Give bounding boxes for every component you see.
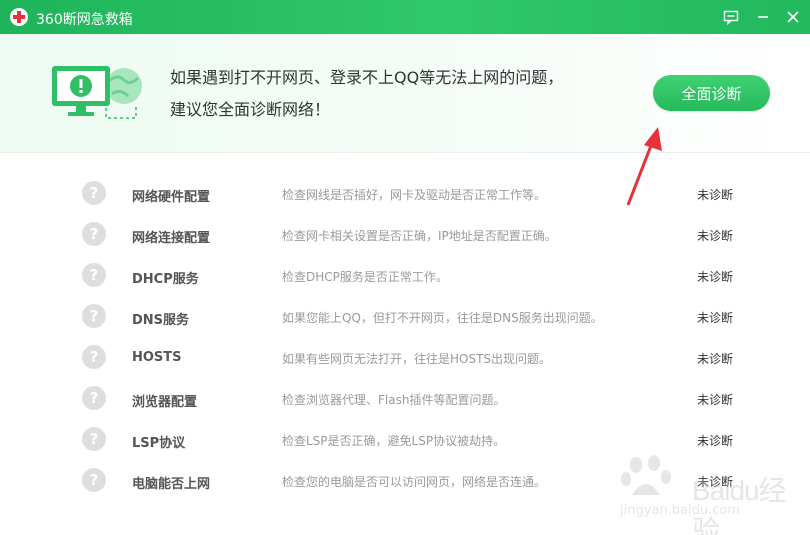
question-mark-icon: ? xyxy=(82,263,106,287)
window-title: 360断网急救箱 xyxy=(36,12,133,28)
item-name: DNS服务 xyxy=(132,313,190,328)
header-message-line2: 建议您全面诊断网络！ xyxy=(170,100,331,119)
item-description: 检查您的电脑是否可以访问网页，网络是否连通。 xyxy=(282,475,547,489)
item-description: 如果有些网页无法打开，往往是HOSTS出现问题。 xyxy=(282,352,552,366)
item-status: 未诊断 xyxy=(697,311,734,325)
list-item: ? LSP协议 检查LSP是否正确，避免LSP协议被劫持。 未诊断 xyxy=(0,419,810,460)
item-name: HOSTS xyxy=(132,350,182,365)
item-status: 未诊断 xyxy=(697,270,734,284)
baidu-watermark: Baidu经验 jingyan.baidu.com xyxy=(620,455,805,535)
item-name: DHCP服务 xyxy=(132,272,199,287)
item-description: 检查浏览器代理、Flash插件等配置问题。 xyxy=(282,393,506,407)
question-mark-icon: ? xyxy=(82,386,106,410)
question-mark-icon: ? xyxy=(82,222,106,246)
item-description: 检查网线是否插好，网卡及驱动是否正常工作等。 xyxy=(282,188,547,202)
header-message-line1: 如果遇到打不开网页、登录不上QQ等无法上网的问题， xyxy=(170,68,564,87)
minimize-icon[interactable] xyxy=(752,6,774,28)
header-banner: 如果遇到打不开网页、登录不上QQ等无法上网的问题， 建议您全面诊断网络！ 全面诊… xyxy=(0,34,810,153)
item-status: 未诊断 xyxy=(697,393,734,407)
item-name: 网络连接配置 xyxy=(132,231,211,246)
item-status: 未诊断 xyxy=(697,434,734,448)
item-name: LSP协议 xyxy=(132,436,186,451)
item-status: 未诊断 xyxy=(697,188,734,202)
item-name: 网络硬件配置 xyxy=(132,190,211,205)
question-mark-icon: ? xyxy=(82,181,106,205)
watermark-url: jingyan.baidu.com xyxy=(620,503,740,518)
item-description: 检查DHCP服务是否正常工作。 xyxy=(282,270,448,284)
list-item: ? DHCP服务 检查DHCP服务是否正常工作。 未诊断 xyxy=(0,255,810,296)
close-icon[interactable] xyxy=(782,6,804,28)
item-description: 检查LSP是否正确，避免LSP协议被劫持。 xyxy=(282,434,506,448)
item-status: 未诊断 xyxy=(697,352,734,366)
item-status: 未诊断 xyxy=(697,229,734,243)
item-name: 电脑能否上网 xyxy=(132,477,211,492)
item-description: 检查网卡相关设置是否正确，IP地址是否配置正确。 xyxy=(282,229,557,243)
question-mark-icon: ? xyxy=(82,468,106,492)
list-item: ? 网络硬件配置 检查网线是否插好，网卡及驱动是否正常工作等。 未诊断 xyxy=(0,173,810,214)
question-mark-icon: ? xyxy=(82,304,106,328)
watermark-text: Baidu经验 xyxy=(692,475,787,535)
list-item: ? HOSTS 如果有些网页无法打开，往往是HOSTS出现问题。 未诊断 xyxy=(0,337,810,378)
list-item: ? DNS服务 如果您能上QQ，但打不开网页，往往是DNS服务出现问题。 未诊断 xyxy=(0,296,810,337)
list-item: ? 网络连接配置 检查网卡相关设置是否正确，IP地址是否配置正确。 未诊断 xyxy=(0,214,810,255)
paw-icon xyxy=(621,455,671,495)
question-mark-icon: ? xyxy=(82,345,106,369)
monitor-globe-icon xyxy=(48,56,148,126)
item-description: 如果您能上QQ，但打不开网页，往往是DNS服务出现问题。 xyxy=(282,311,603,325)
red-cross-icon xyxy=(10,8,28,26)
feedback-icon[interactable] xyxy=(720,6,742,28)
list-item: ? 浏览器配置 检查浏览器代理、Flash插件等配置问题。 未诊断 xyxy=(0,378,810,419)
full-diagnose-button[interactable]: 全面诊断 xyxy=(653,75,770,111)
item-name: 浏览器配置 xyxy=(132,395,198,410)
question-mark-icon: ? xyxy=(82,427,106,451)
title-bar: 360断网急救箱 xyxy=(0,0,810,34)
